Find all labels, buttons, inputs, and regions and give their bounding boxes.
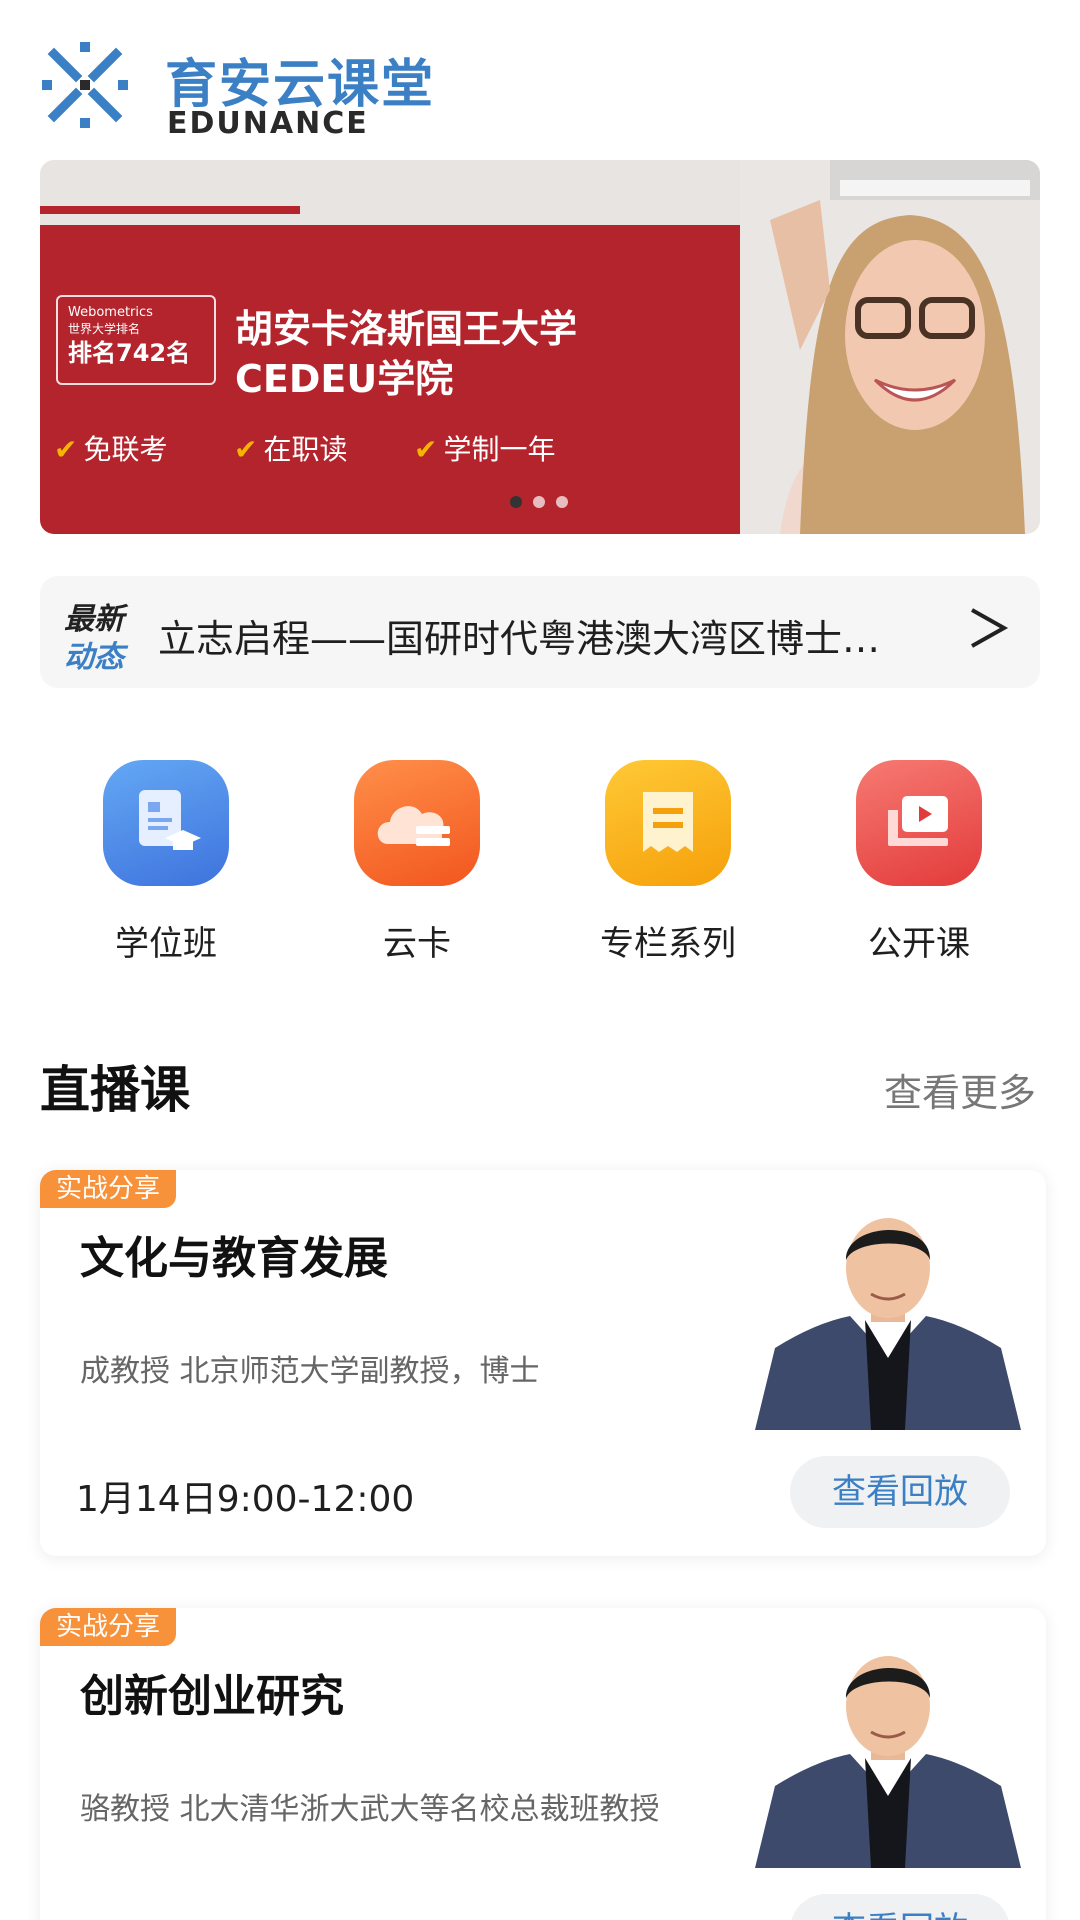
nav-open-course[interactable]: 公开课	[819, 760, 1019, 965]
banner-accent-line	[40, 206, 300, 214]
news-ticker[interactable]: 最新 动态 立志启程——国研时代粤港澳大湾区博士…	[40, 576, 1040, 688]
banner-title-university: 胡安卡洛斯国王大学	[235, 307, 578, 351]
video-course-icon	[856, 760, 982, 886]
carousel-dot[interactable]	[533, 496, 545, 508]
view-replay-button[interactable]: 查看回放	[790, 1894, 1010, 1920]
nav-label: 专栏系列	[600, 924, 736, 964]
course-instructor: 骆教授 北大清华浙大武大等名校总裁班教授	[80, 1792, 660, 1827]
instructor-photo	[755, 1636, 1021, 1868]
check-icon: ✔	[54, 433, 78, 466]
home-page: 育安云课堂 EDUNANCE Webometrics 世界大学排名 排名742名…	[0, 0, 1080, 1920]
course-instructor: 成教授 北京师范大学副教授，博士	[80, 1354, 540, 1389]
ranking-source: Webometrics	[68, 305, 153, 320]
nav-label: 云卡	[383, 924, 451, 964]
course-card[interactable]: 实战分享 创新创业研究 骆教授 北大清华浙大武大等名校总裁班教授 1月16日13…	[40, 1608, 1046, 1920]
nav-cloud-card[interactable]: 云卡	[317, 760, 517, 965]
logo-mark-icon	[42, 42, 128, 128]
nav-label: 学位班	[115, 924, 217, 964]
course-time: 1月14日9:00-12:00	[76, 1479, 415, 1520]
cloud-card-icon	[354, 760, 480, 886]
check-icon: ✔	[234, 433, 258, 466]
course-time: 1月16日13:30-16:30	[76, 1908, 437, 1920]
carousel-indicator	[510, 493, 579, 508]
course-title: 文化与教育发展	[80, 1233, 388, 1284]
carousel-dot[interactable]	[556, 496, 568, 508]
banner-title-school: CEDEU学院	[235, 357, 454, 401]
banner-feature: ✔ 在职读	[234, 433, 348, 466]
check-icon: ✔	[414, 433, 438, 466]
course-title: 创新创业研究	[80, 1671, 344, 1722]
nav-column-series[interactable]: 专栏系列	[568, 760, 768, 965]
view-replay-button[interactable]: 查看回放	[790, 1456, 1010, 1528]
ranking-box: Webometrics 世界大学排名 排名742名	[56, 295, 216, 385]
ranking-value: 排名742名	[68, 339, 191, 367]
news-headline[interactable]: 立志启程——国研时代粤港澳大湾区博士…	[158, 608, 888, 663]
promo-banner[interactable]: Webometrics 世界大学排名 排名742名 胡安卡洛斯国王大学 CEDE…	[40, 160, 1040, 534]
carousel-dot[interactable]	[510, 496, 522, 508]
certificate-icon	[103, 760, 229, 886]
live-section-title: 直播课	[40, 1061, 190, 1119]
banner-feature: ✔ 学制一年	[414, 433, 556, 466]
banner-feature: ✔ 免联考	[54, 433, 168, 466]
column-receipt-icon	[605, 760, 731, 886]
view-more-link[interactable]: 查看更多	[884, 1062, 1036, 1117]
app-header: 育安云课堂 EDUNANCE	[40, 40, 540, 141]
nav-label: 公开课	[868, 924, 970, 964]
logo-english-name: EDUNANCE	[167, 106, 369, 141]
news-tag-updates: 动态	[64, 640, 124, 675]
nav-degree-class[interactable]: 学位班	[66, 760, 266, 965]
ranking-label: 世界大学排名	[68, 322, 141, 336]
chevron-right-icon[interactable]	[964, 598, 1014, 658]
course-badge: 实战分享	[40, 1608, 177, 1646]
banner-student-photo	[740, 160, 1040, 534]
course-card[interactable]: 实战分享 文化与教育发展 成教授 北京师范大学副教授，博士 1月14日9:00-…	[40, 1170, 1046, 1556]
course-badge: 实战分享	[40, 1170, 177, 1208]
instructor-photo	[755, 1198, 1021, 1430]
